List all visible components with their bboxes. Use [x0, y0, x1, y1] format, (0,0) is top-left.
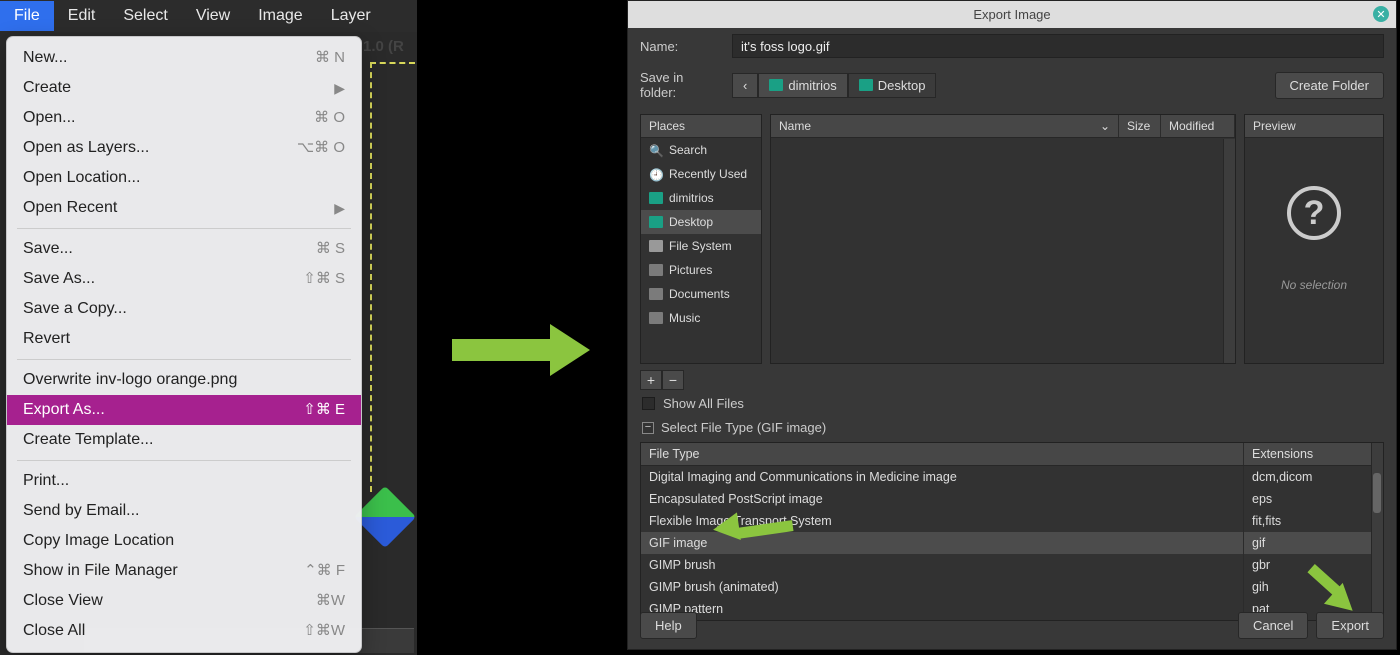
add-bookmark-button[interactable]: + [640, 370, 662, 390]
menu-item-save[interactable]: Save...⌘ S [7, 234, 361, 264]
menu-item-close-view[interactable]: Close View⌘W [7, 586, 361, 616]
path-back-button[interactable]: ‹ [732, 73, 758, 98]
home-icon [769, 79, 783, 91]
close-icon[interactable]: ✕ [1373, 6, 1389, 22]
menu-item-export-as[interactable]: Export As...⇧⌘ E [7, 395, 361, 425]
places-header: Places [641, 115, 761, 138]
file-type-row[interactable]: Encapsulated PostScript imageeps [641, 488, 1383, 510]
annotation-arrow [1302, 570, 1372, 630]
canvas-selection [370, 62, 415, 492]
file-type-row[interactable]: Digital Imaging and Communications in Me… [641, 466, 1383, 488]
menu-edit[interactable]: Edit [54, 1, 110, 31]
sort-indicator-icon[interactable]: ⌄ [1100, 119, 1110, 133]
folder-icon [649, 216, 663, 228]
menu-layer[interactable]: Layer [317, 1, 385, 31]
annotation-arrow [711, 510, 791, 542]
path-bar: ‹ dimitrios Desktop [732, 73, 936, 98]
place-home[interactable]: dimitrios [641, 186, 761, 210]
remove-bookmark-button[interactable]: − [662, 370, 684, 390]
path-segment-desktop[interactable]: Desktop [848, 73, 937, 98]
menubar: File Edit Select View Image Layer [0, 0, 417, 32]
folder-icon [649, 264, 663, 276]
extensions-header: Extensions [1243, 443, 1383, 465]
places-panel: Places 🔍Search 🕘Recently Used dimitrios … [640, 114, 762, 364]
clock-icon: 🕘 [649, 168, 663, 180]
menu-item-new[interactable]: New...⌘ N [7, 43, 361, 73]
file-type-row[interactable]: GIMP brush (animated)gih [641, 576, 1383, 598]
file-type-row[interactable]: GIMP brushgbr [641, 554, 1383, 576]
create-folder-button[interactable]: Create Folder [1275, 72, 1384, 99]
menu-item-open[interactable]: Open...⌘ O [7, 103, 361, 133]
help-button[interactable]: Help [640, 612, 697, 639]
place-recent[interactable]: 🕘Recently Used [641, 162, 761, 186]
place-desktop[interactable]: Desktop [641, 210, 761, 234]
menu-item-open-location[interactable]: Open Location... [7, 163, 361, 193]
search-icon: 🔍 [649, 144, 663, 156]
place-documents[interactable]: Documents [641, 282, 761, 306]
select-file-type-expander[interactable]: − Select File Type (GIF image) [628, 417, 1396, 438]
menu-view[interactable]: View [182, 1, 244, 31]
menu-item-create-template[interactable]: Create Template... [7, 425, 361, 455]
annotation-arrow [452, 330, 590, 370]
menu-item-close-all[interactable]: Close All⇧⌘W [7, 616, 361, 646]
file-menu-dropdown: New...⌘ N Create▶ Open...⌘ O Open as Lay… [6, 36, 362, 653]
menu-item-copy-image-location[interactable]: Copy Image Location [7, 526, 361, 556]
place-pictures[interactable]: Pictures [641, 258, 761, 282]
name-label: Name: [640, 39, 722, 54]
name-input[interactable] [732, 34, 1384, 58]
no-selection-label: No selection [1281, 278, 1347, 292]
scrollbar[interactable] [1223, 139, 1235, 363]
save-in-folder-label: Save in folder: [640, 70, 722, 100]
dialog-titlebar: Export Image ✕ [628, 1, 1396, 28]
folder-icon [859, 79, 873, 91]
path-segment-home[interactable]: dimitrios [758, 73, 847, 98]
chevron-right-icon: ▶ [334, 77, 345, 99]
scrollbar[interactable] [1371, 443, 1383, 620]
folder-icon [649, 288, 663, 300]
minus-icon: − [642, 422, 654, 434]
document-tab-fragment: 1.0 (R [363, 38, 404, 55]
menu-item-open-recent[interactable]: Open Recent▶ [7, 193, 361, 223]
export-image-dialog: Export Image ✕ Name: Save in folder: ‹ d… [627, 0, 1397, 650]
scrollbar-thumb[interactable] [1373, 473, 1381, 513]
menu-item-print[interactable]: Print... [7, 466, 361, 496]
menu-select[interactable]: Select [109, 1, 181, 31]
cancel-button[interactable]: Cancel [1238, 612, 1308, 639]
menu-item-revert[interactable]: Revert [7, 324, 361, 354]
preview-header: Preview [1245, 115, 1383, 138]
menu-image[interactable]: Image [244, 1, 316, 31]
folder-icon [649, 312, 663, 324]
question-icon: ? [1287, 186, 1341, 240]
dialog-title: Export Image [973, 7, 1050, 22]
menu-item-save-copy[interactable]: Save a Copy... [7, 294, 361, 324]
menu-item-create[interactable]: Create▶ [7, 73, 361, 103]
menu-file[interactable]: File [0, 1, 54, 31]
chevron-left-icon: ‹ [743, 78, 747, 93]
menu-item-overwrite[interactable]: Overwrite inv-logo orange.png [7, 365, 361, 395]
home-icon [649, 192, 663, 204]
disk-icon [649, 240, 663, 252]
menu-item-send-email[interactable]: Send by Email... [7, 496, 361, 526]
menu-item-show-in-file-manager[interactable]: Show in File Manager⌃⌘ F [7, 556, 361, 586]
place-search[interactable]: 🔍Search [641, 138, 761, 162]
file-list-header: Name⌄ Size Modified [771, 115, 1235, 138]
file-type-header: File Type [641, 443, 1243, 465]
menu-item-save-as[interactable]: Save As...⇧⌘ S [7, 264, 361, 294]
chevron-right-icon: ▶ [334, 197, 345, 219]
file-list[interactable]: Name⌄ Size Modified [770, 114, 1236, 364]
place-music[interactable]: Music [641, 306, 761, 330]
canvas-image [354, 486, 416, 548]
menu-item-open-as-layers[interactable]: Open as Layers...⌥⌘ O [7, 133, 361, 163]
place-filesystem[interactable]: File System [641, 234, 761, 258]
show-all-files-label: Show All Files [663, 396, 744, 411]
preview-panel: Preview ? No selection [1244, 114, 1384, 364]
show-all-files-checkbox[interactable] [642, 397, 655, 410]
